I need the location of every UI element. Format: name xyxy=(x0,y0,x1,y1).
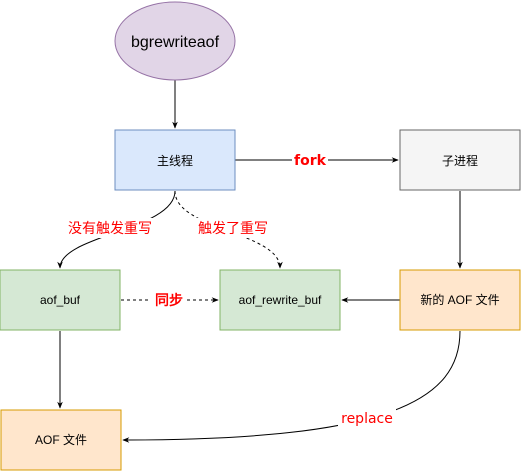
no-rewrite-label: 没有触发重写 xyxy=(68,221,152,237)
aof-rewrite-buf-label: aof_rewrite_buf xyxy=(239,293,322,307)
node-aof-rewrite-buf: aof_rewrite_buf xyxy=(219,269,341,331)
node-aof-buf: aof_buf xyxy=(0,269,121,331)
node-new-aof-file: 新的 AOF 文件 xyxy=(399,269,521,331)
sync-label: 同步 xyxy=(155,292,183,309)
aof-buf-label: aof_buf xyxy=(40,293,81,307)
main-process-label: 主线程 xyxy=(157,153,193,168)
aof-file-label: AOF 文件 xyxy=(35,432,87,447)
edge-fork: fork xyxy=(235,150,399,170)
node-child-process: 子进程 xyxy=(399,129,521,191)
edge-rewrite-triggered: 触发了重写 xyxy=(174,190,283,269)
replace-label: replace xyxy=(341,411,393,427)
edge-sync: 同步 xyxy=(121,291,219,311)
node-bgrewriteaof: bgrewriteaof xyxy=(114,1,236,81)
new-aof-file-label: 新的 AOF 文件 xyxy=(420,292,499,307)
node-main-process: 主线程 xyxy=(114,129,236,191)
aof-rewrite-diagram: fork 没有触发重写 触发了重写 同步 replace bgrewriteao… xyxy=(0,1,521,471)
rewrite-triggered-label: 触发了重写 xyxy=(198,221,268,237)
edge-no-rewrite: 没有触发重写 xyxy=(57,190,176,269)
edge-replace: replace xyxy=(122,330,461,443)
fork-label: fork xyxy=(294,153,327,169)
node-aof-file: AOF 文件 xyxy=(0,409,122,471)
child-process-label: 子进程 xyxy=(442,153,478,168)
bgrewriteaof-label: bgrewriteaof xyxy=(131,34,220,51)
